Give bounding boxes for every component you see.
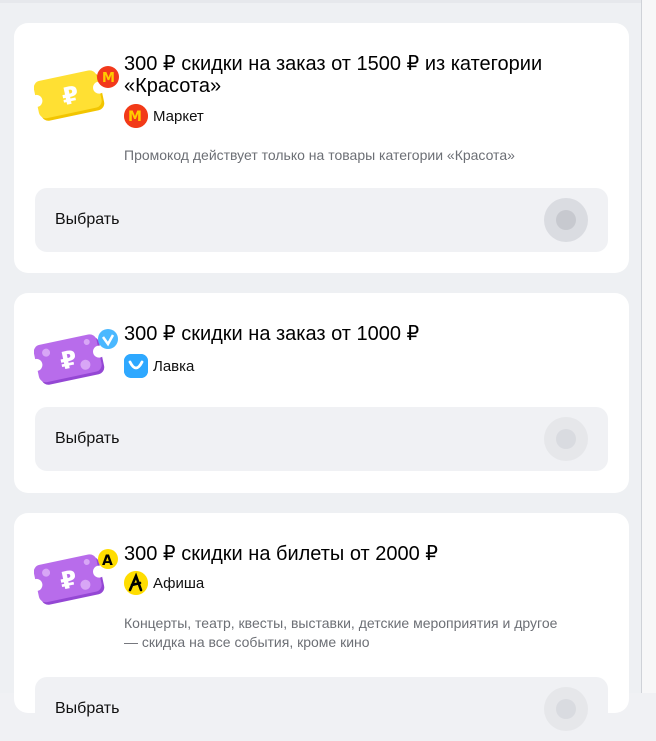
radio-dot <box>556 210 576 230</box>
offer-title: 300 ₽ скидки на заказ от 1000 ₽ <box>124 323 420 345</box>
selection-radio[interactable] <box>544 687 588 731</box>
svg-text:A: A <box>102 553 113 569</box>
coupon-icon: ₽ A <box>34 549 118 605</box>
lavka-logo-icon <box>124 354 148 378</box>
service-name: Лавка <box>153 357 195 375</box>
radio-dot <box>556 699 576 719</box>
selection-radio[interactable] <box>544 198 588 242</box>
offer-title: 300 ₽ скидки на билеты от 2000 ₽ <box>124 543 439 565</box>
coupon-icon: ₽ M <box>34 66 119 121</box>
service-row: Афиша <box>124 571 204 595</box>
select-offer-button[interactable]: Выбрать <box>35 407 608 471</box>
afisha-logo-icon <box>124 571 148 595</box>
offer-card[interactable]: ₽ A 300 ₽ скидки на билеты от 2000 ₽ Афи… <box>14 513 629 741</box>
select-offer-button[interactable]: Выбрать <box>35 677 608 741</box>
service-row: M Маркет <box>124 104 204 128</box>
top-edge <box>0 0 642 3</box>
select-label: Выбрать <box>55 211 120 228</box>
offer-description: Промокод действует только на товары кате… <box>124 147 515 163</box>
selection-radio[interactable] <box>544 417 588 461</box>
service-name: Маркет <box>153 107 204 125</box>
scrollbar-track[interactable] <box>642 0 656 693</box>
offer-title: 300 ₽ скидки на заказ от 1500 ₽ из катег… <box>124 53 543 97</box>
market-logo-icon: M <box>124 104 148 128</box>
coupon-icon: ₽ <box>34 329 118 385</box>
svg-text:M: M <box>128 109 142 125</box>
service-row: Лавка <box>124 354 194 378</box>
offer-description: Концерты, театр, квесты, выставки, детск… <box>124 615 558 650</box>
radio-dot <box>556 429 576 449</box>
select-label: Выбрать <box>55 430 120 447</box>
offer-card[interactable]: ₽ 300 ₽ скидки на заказ от 1000 ₽ Лавка … <box>14 293 629 493</box>
svg-text:M: M <box>102 71 115 86</box>
offer-card[interactable]: ₽ M 300 ₽ скидки на заказ от 1500 ₽ из к… <box>14 23 629 273</box>
select-label: Выбрать <box>55 700 120 717</box>
select-offer-button[interactable]: Выбрать <box>35 188 608 252</box>
service-name: Афиша <box>153 574 205 592</box>
